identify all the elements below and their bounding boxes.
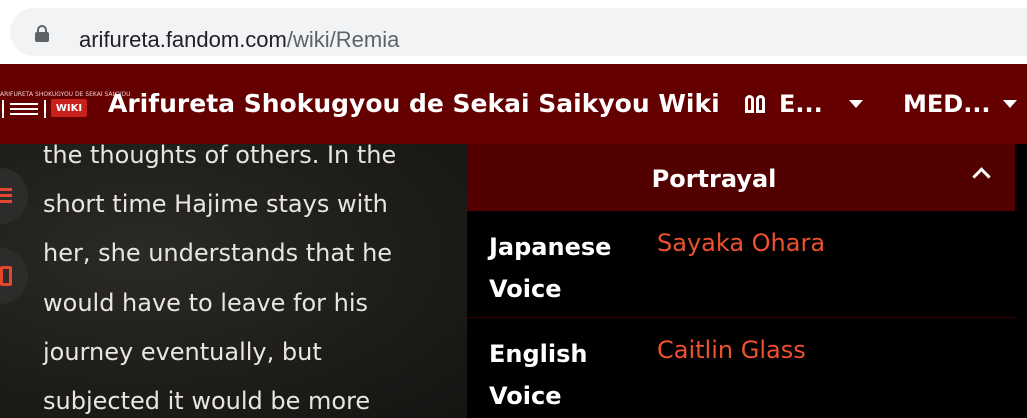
infobox-row-english-voice: English Voice Caitlin Glass <box>467 318 1015 418</box>
lock-icon[interactable] <box>35 25 49 42</box>
article-line: short time Hajime stays with <box>43 190 388 219</box>
article-line: would have to leave for his <box>43 288 369 317</box>
url-text[interactable]: arifureta.fandom.com/wiki/Remia <box>79 26 399 54</box>
row-label: English Voice <box>489 340 588 410</box>
page-content: the thoughts of others. In the short tim… <box>0 144 1027 418</box>
explore-icon <box>745 95 767 113</box>
list-icon <box>0 188 14 204</box>
article-line: subjected it would be more <box>43 387 371 416</box>
chevron-up-icon[interactable] <box>971 166 991 180</box>
share-icon <box>0 266 12 286</box>
chevron-down-icon <box>848 100 863 108</box>
infobox-row-japanese-voice: Japanese Voice Sayaka Ohara <box>467 211 1015 318</box>
portrayal-title: Portrayal <box>651 165 777 193</box>
row-label: Japanese Voice <box>489 233 612 303</box>
article-body: the thoughts of others. In the short tim… <box>43 144 443 418</box>
voice-actor-link[interactable]: Caitlin Glass <box>657 333 806 367</box>
wiki-logo[interactable]: ARIFURETA SHOKUGYOU DE SEKAI SAIKYOU WIK… <box>0 83 130 123</box>
chevron-down-icon <box>1002 100 1017 108</box>
logo-kanji <box>2 100 46 118</box>
logo-badge: WIKI <box>51 99 87 117</box>
media-menu-label: MED... <box>903 90 991 118</box>
explore-menu[interactable]: E... <box>745 88 863 120</box>
article-line: journey eventually, but <box>43 337 322 366</box>
wiki-header: ARIFURETA SHOKUGYOU DE SEKAI SAIKYOU WIK… <box>0 64 1027 144</box>
article-line: the thoughts of others. In the <box>43 144 397 169</box>
explore-menu-label: E... <box>779 90 823 118</box>
browser-address-bar: arifureta.fandom.com/wiki/Remia <box>0 0 1027 64</box>
article-line: her, she understands that he <box>43 239 393 268</box>
url-bar[interactable]: arifureta.fandom.com/wiki/Remia <box>10 8 1027 56</box>
portrayal-section-header[interactable]: Portrayal <box>467 144 1015 211</box>
media-menu[interactable]: MED... <box>903 88 1017 120</box>
infobox-portrayal: Portrayal Japanese Voice Sayaka Ohara En… <box>467 144 1027 418</box>
wiki-title-link[interactable]: Arifureta Shokugyou de Sekai Saikyou Wik… <box>108 88 720 120</box>
voice-actor-link[interactable]: Sayaka Ohara <box>657 226 825 260</box>
